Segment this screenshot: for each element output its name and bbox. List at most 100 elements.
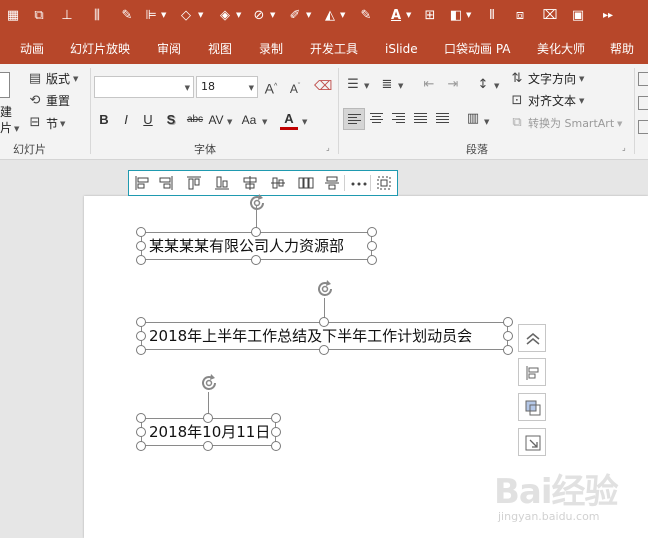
select-pane-icon[interactable] (374, 174, 394, 192)
rotate-icon[interactable] (198, 372, 220, 394)
new-slide-label-bottom[interactable]: 片 (0, 120, 12, 136)
fill-color-icon[interactable]: ◈ (215, 6, 235, 26)
resize-handle[interactable] (503, 331, 513, 341)
table-grid-icon[interactable]: ▦ (3, 6, 23, 26)
resize-handle[interactable] (136, 331, 146, 341)
font-color-button[interactable]: A (280, 110, 298, 130)
resize-handle[interactable] (503, 345, 513, 355)
chevron-down-icon[interactable]: ▼ (185, 84, 190, 92)
tab-beautify-master[interactable]: 美化大师 (537, 42, 585, 56)
italic-button[interactable]: I (117, 110, 135, 130)
char-spacing-button[interactable]: AV (206, 110, 226, 130)
columns-icon[interactable]: ▥ (464, 110, 482, 128)
resize-handle[interactable] (271, 427, 281, 437)
tab-record[interactable]: 录制 (259, 42, 283, 56)
font-name-combo[interactable]: ▼ (94, 76, 194, 98)
numbering-icon[interactable]: ≣ (378, 76, 396, 94)
text-direction-button[interactable]: 文字方向 (528, 71, 576, 87)
resize-handle[interactable] (203, 413, 213, 423)
chevron-down-icon[interactable]: ▼ (270, 10, 275, 20)
chevron-down-icon[interactable]: ▼ (484, 118, 489, 126)
eyedropper-icon[interactable]: ✎ (117, 6, 137, 26)
resize-handle[interactable] (251, 227, 261, 237)
chevron-down-icon[interactable]: ▼ (198, 10, 203, 20)
section-icon[interactable]: ⊟ (26, 114, 44, 132)
chevron-down-icon[interactable]: ▼ (617, 120, 622, 128)
distribute-icon[interactable]: ⫼ (87, 6, 107, 26)
align-middle-icon[interactable] (240, 174, 260, 192)
section-button[interactable]: 节 (46, 116, 58, 132)
font-color-icon[interactable]: A (386, 6, 406, 26)
align-left-icon[interactable]: ⊫ (141, 6, 161, 26)
distribute-columns-icon[interactable] (296, 174, 316, 192)
chevron-down-icon[interactable]: ▼ (236, 10, 241, 20)
line-spacing-icon[interactable]: ↕ (474, 76, 492, 94)
resize-handle[interactable] (136, 441, 146, 451)
resize-handle[interactable] (319, 345, 329, 355)
distributed-align-button[interactable] (432, 108, 454, 130)
chevron-down-icon[interactable]: ▼ (494, 82, 499, 90)
chevron-down-icon[interactable]: ▼ (14, 125, 19, 133)
bold-button[interactable]: B (95, 110, 113, 130)
tab-help[interactable]: 帮助 (610, 42, 634, 56)
resize-handle[interactable] (136, 427, 146, 437)
grid-icon[interactable]: ⊞ (420, 6, 440, 26)
chevron-down-icon[interactable]: ▼ (579, 97, 584, 105)
chevron-down-icon[interactable]: ▼ (406, 10, 411, 20)
align-left-icon[interactable] (132, 174, 152, 192)
distribute-horizontal-icon[interactable] (268, 174, 288, 192)
more-icon[interactable]: ▸▸ (598, 6, 618, 26)
distribute-horizontal-icon[interactable]: ⫴ (482, 6, 502, 26)
pen-color-icon[interactable]: ✐ (285, 6, 305, 26)
tab-islide[interactable]: iSlide (385, 42, 418, 56)
reset-icon[interactable]: ⟲ (26, 92, 44, 110)
chevron-down-icon[interactable]: ▼ (262, 118, 267, 126)
chevron-down-icon[interactable]: ▼ (306, 10, 311, 20)
chevron-down-icon[interactable]: ▼ (73, 75, 78, 83)
chevron-down-icon[interactable]: ▼ (161, 10, 166, 20)
new-slide-icon[interactable] (0, 72, 10, 98)
chevron-down-icon[interactable]: ▼ (579, 75, 584, 83)
font-dialog-launcher-icon[interactable]: ⌟ (326, 144, 334, 152)
new-slide-label[interactable]: 建 (0, 104, 12, 120)
align-right-button[interactable] (388, 108, 410, 130)
change-case-button[interactable]: Aa (238, 110, 260, 130)
align-text-icon[interactable]: ⊡ (508, 92, 526, 110)
shape-icon[interactable] (638, 120, 648, 134)
chevron-down-icon[interactable]: ▼ (302, 118, 307, 126)
shape-outline-icon[interactable]: ◇ (176, 6, 196, 26)
tab-review[interactable]: 审阅 (157, 42, 181, 56)
textbox-text[interactable]: 2018年10月11日 (149, 421, 270, 443)
align-right-icon[interactable] (156, 174, 176, 192)
strikethrough-button[interactable]: abc (184, 110, 206, 130)
resize-handle[interactable] (271, 413, 281, 423)
justify-button[interactable] (410, 108, 432, 130)
resize-handle[interactable] (503, 317, 513, 327)
resize-handle[interactable] (319, 317, 329, 327)
align-text-button[interactable]: 对齐文本 (528, 93, 576, 109)
resize-handle[interactable] (203, 441, 213, 451)
tab-pocket-animation[interactable]: 口袋动画 PA (444, 42, 511, 56)
textbox-text[interactable]: 某某某某有限公司人力资源部 (149, 235, 344, 257)
resize-handle[interactable] (251, 255, 261, 265)
resize-handle[interactable] (136, 241, 146, 251)
increase-font-icon[interactable]: A^ (262, 78, 280, 97)
rotate-icon[interactable] (314, 278, 336, 300)
bullets-icon[interactable]: ☰ (344, 76, 362, 94)
align-center-icon[interactable]: ⊥ (57, 6, 77, 26)
paragraph-dialog-launcher-icon[interactable]: ⌟ (622, 144, 630, 152)
chevron-down-icon[interactable]: ▼ (466, 10, 471, 20)
resize-handle[interactable] (136, 317, 146, 327)
shape-icon[interactable] (638, 96, 648, 110)
resize-handle[interactable] (367, 227, 377, 237)
smartart-icon[interactable]: ⧉ (508, 114, 526, 132)
resize-handle[interactable] (271, 441, 281, 451)
font-size-combo[interactable]: 18 ▼ (196, 76, 258, 98)
group-icon[interactable]: ⧉ (29, 6, 49, 26)
chevron-down-icon[interactable]: ▼ (249, 84, 254, 92)
image-icon[interactable]: ⌧ (540, 6, 560, 26)
chevron-down-icon[interactable]: ▼ (364, 82, 369, 90)
layout-icon[interactable]: ▤ (26, 70, 44, 88)
shadow-button[interactable]: S (162, 110, 180, 130)
resize-handle[interactable] (136, 413, 146, 423)
